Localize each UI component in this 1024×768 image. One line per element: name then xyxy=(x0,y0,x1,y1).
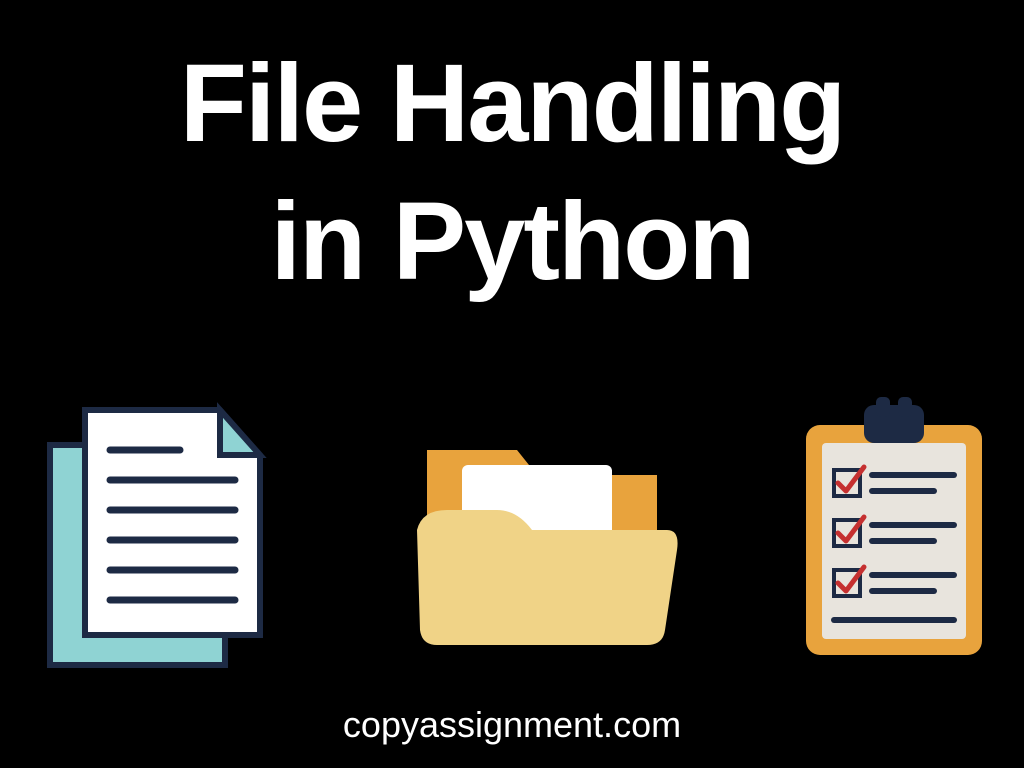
clipboard-checklist-icon xyxy=(794,395,994,675)
folder-icon xyxy=(387,395,697,675)
title-line-1: File Handling xyxy=(0,35,1024,173)
document-stack-icon xyxy=(30,395,290,675)
footer-text: copyassignment.com xyxy=(0,704,1024,746)
page-title: File Handling in Python xyxy=(0,0,1024,310)
icons-row xyxy=(0,380,1024,690)
title-line-2: in Python xyxy=(0,173,1024,311)
